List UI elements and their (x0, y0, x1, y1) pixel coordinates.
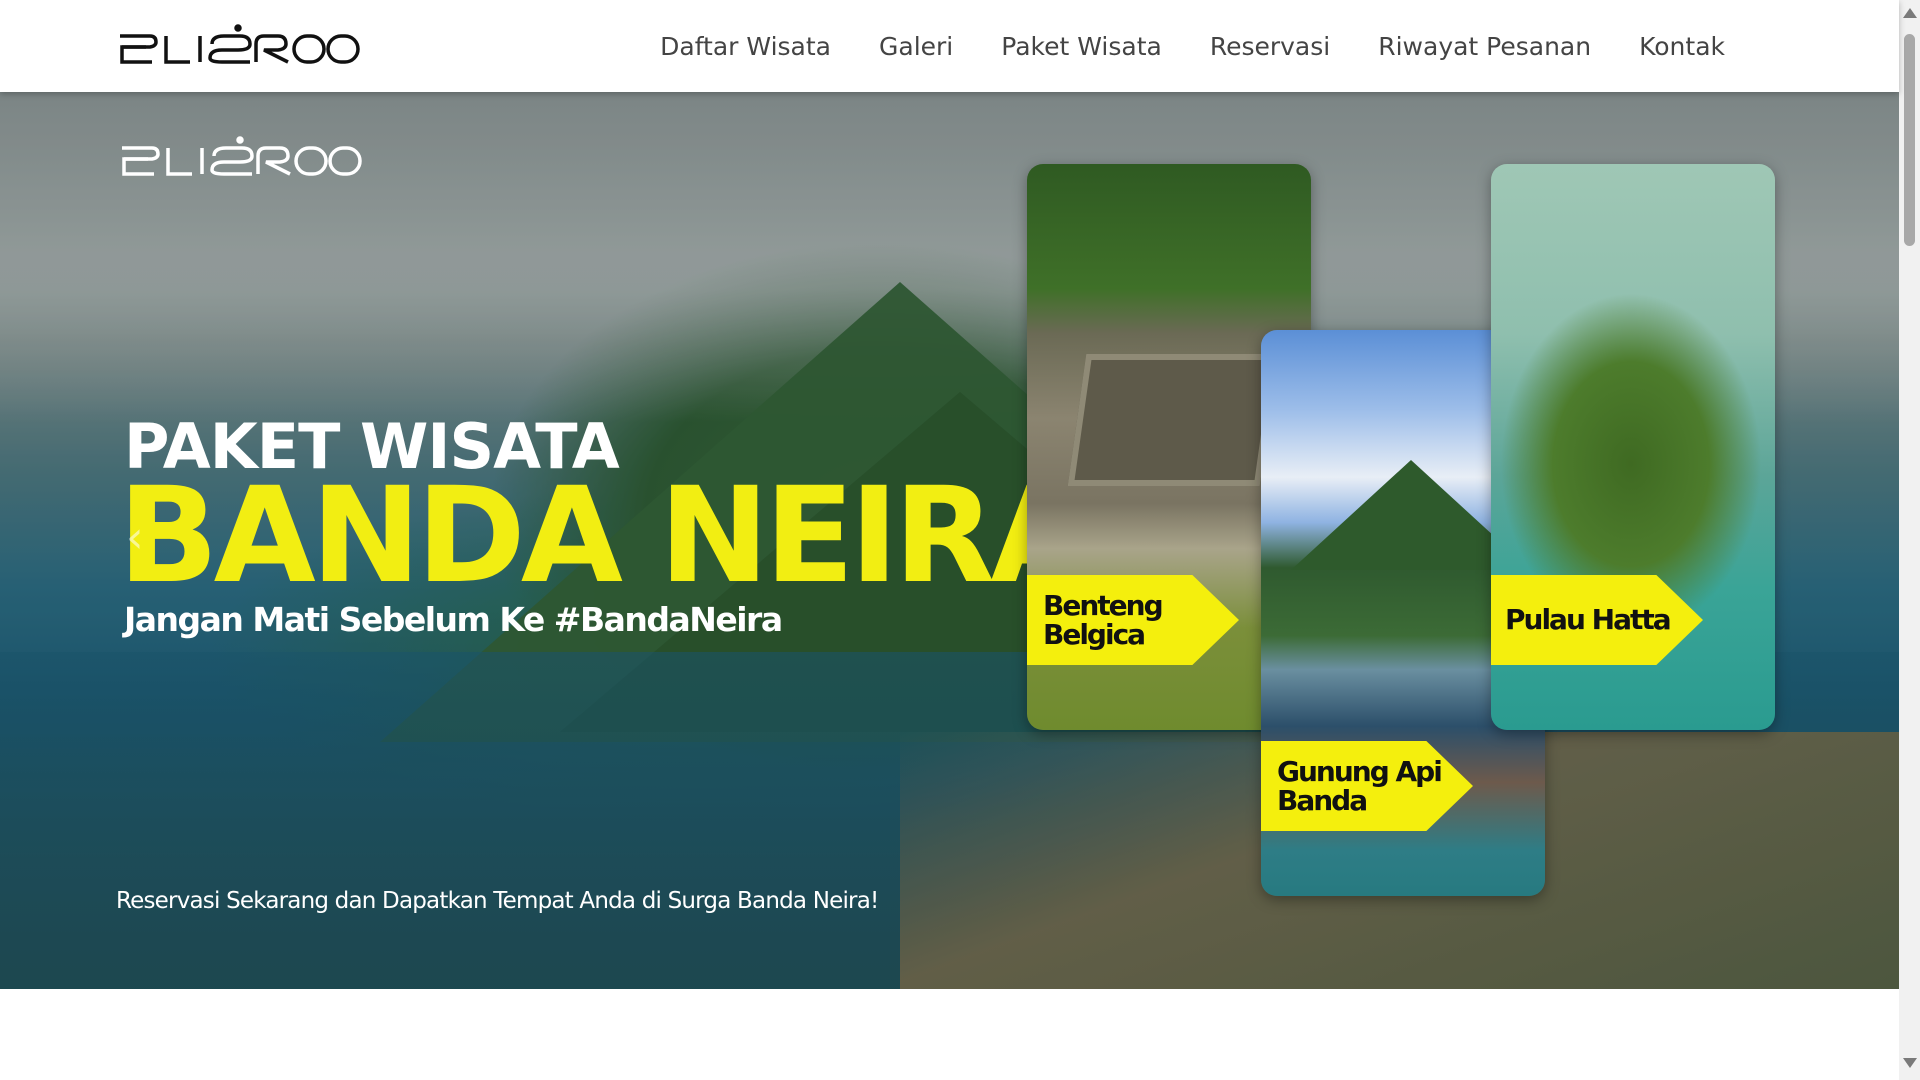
chevron-left-icon[interactable]: ‹ (126, 512, 144, 563)
nav-item-galeri[interactable]: Galeri (855, 32, 977, 61)
nav-item-reservasi[interactable]: Reservasi (1186, 32, 1354, 61)
card-label-ribbon: Pulau Hatta (1491, 575, 1703, 665)
card-label-text: Pulau Hatta (1505, 603, 1672, 637)
hero-wordmark-logo (122, 136, 362, 176)
card-label-text: Benteng Belgica (1043, 588, 1164, 651)
brand-wordmark-logo (120, 24, 360, 64)
destination-card-pulau-hatta[interactable]: Pulau Hatta (1491, 164, 1775, 730)
scroll-thumb[interactable] (1904, 34, 1915, 246)
hero-title: BANDA NEIRA (118, 459, 1092, 613)
hero-tagline: Jangan Mati Sebelum Ke #BandaNeira (124, 600, 783, 639)
nav-item-riwayat-pesanan[interactable]: Riwayat Pesanan (1354, 32, 1615, 61)
hero-logo (118, 134, 362, 182)
scroll-up-arrow-icon[interactable] (1903, 8, 1917, 18)
card-label-text: Gunung Api Banda (1277, 754, 1443, 817)
nav-item-daftar-wisata[interactable]: Daftar Wisata (636, 32, 855, 61)
brand-logo[interactable] (116, 22, 360, 70)
card-label-ribbon: Benteng Belgica (1027, 575, 1239, 665)
hero-carousel: PAKET WISATA BANDA NEIRA Jangan Mati Seb… (0, 92, 1899, 989)
scroll-down-arrow-icon[interactable] (1903, 1058, 1917, 1068)
fort-image (1067, 354, 1279, 486)
vertical-scrollbar[interactable] (1899, 0, 1920, 1080)
main-nav: Daftar Wisata Galeri Paket Wisata Reserv… (636, 0, 1749, 92)
page: Daftar Wisata Galeri Paket Wisata Reserv… (0, 0, 1899, 1080)
card-label-ribbon: Gunung Api Banda (1261, 741, 1473, 831)
nav-item-paket-wisata[interactable]: Paket Wisata (977, 32, 1186, 61)
nav-item-kontak[interactable]: Kontak (1615, 32, 1749, 61)
navbar: Daftar Wisata Galeri Paket Wisata Reserv… (0, 0, 1899, 92)
hero-cta-text: Reservasi Sekarang dan Dapatkan Tempat A… (116, 888, 879, 914)
